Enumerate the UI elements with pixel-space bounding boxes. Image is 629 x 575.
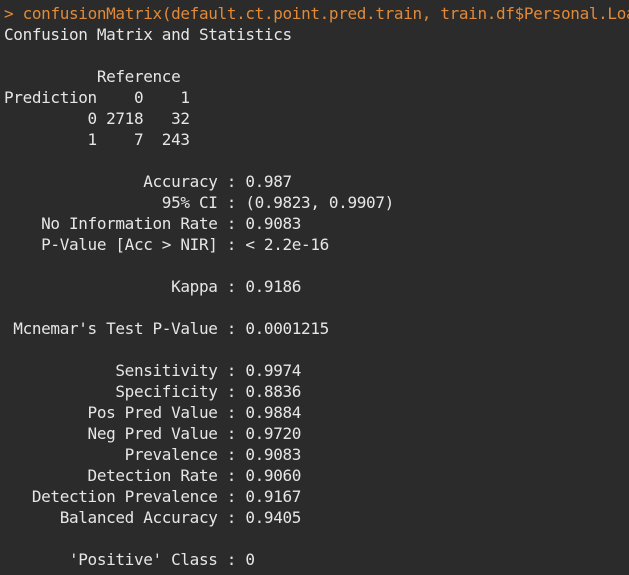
- stat-nir: No Information Rate : 0.9083: [4, 214, 302, 233]
- stat-kappa: Kappa : 0.9186: [4, 277, 302, 296]
- stat-specificity: Specificity : 0.8836: [4, 382, 302, 401]
- stat-pvalue: P-Value [Acc > NIR] : < 2.2e-16: [4, 235, 329, 254]
- stat-sensitivity: Sensitivity : 0.9974: [4, 361, 302, 380]
- r-console[interactable]: > confusionMatrix(default.ct.point.pred.…: [0, 0, 629, 575]
- matrix-row-0: 0 2718 32: [4, 109, 190, 128]
- reference-header: Reference: [4, 67, 181, 86]
- stat-pos-pred: Pos Pred Value : 0.9884: [4, 403, 302, 422]
- stat-accuracy: Accuracy : 0.987: [4, 172, 292, 191]
- stat-ci: 95% CI : (0.9823, 0.9907): [4, 193, 394, 212]
- stat-neg-pred: Neg Pred Value : 0.9720: [4, 424, 302, 443]
- stat-balanced-accuracy: Balanced Accuracy : 0.9405: [4, 508, 302, 527]
- prediction-header: Prediction 0 1: [4, 88, 190, 107]
- prompt-symbol: >: [4, 4, 14, 23]
- stat-positive-class: 'Positive' Class : 0: [4, 550, 255, 569]
- stat-detection-rate: Detection Rate : 0.9060: [4, 466, 302, 485]
- output-title: Confusion Matrix and Statistics: [4, 25, 292, 44]
- command-text: confusionMatrix(default.ct.point.pred.tr…: [22, 4, 629, 23]
- stat-detection-prevalence: Detection Prevalence : 0.9167: [4, 487, 302, 506]
- stat-prevalence: Prevalence : 0.9083: [4, 445, 302, 464]
- matrix-row-1: 1 7 243: [4, 130, 190, 149]
- command-line: > confusionMatrix(default.ct.point.pred.…: [4, 3, 629, 24]
- stat-mcnemar: Mcnemar's Test P-Value : 0.0001215: [4, 319, 329, 338]
